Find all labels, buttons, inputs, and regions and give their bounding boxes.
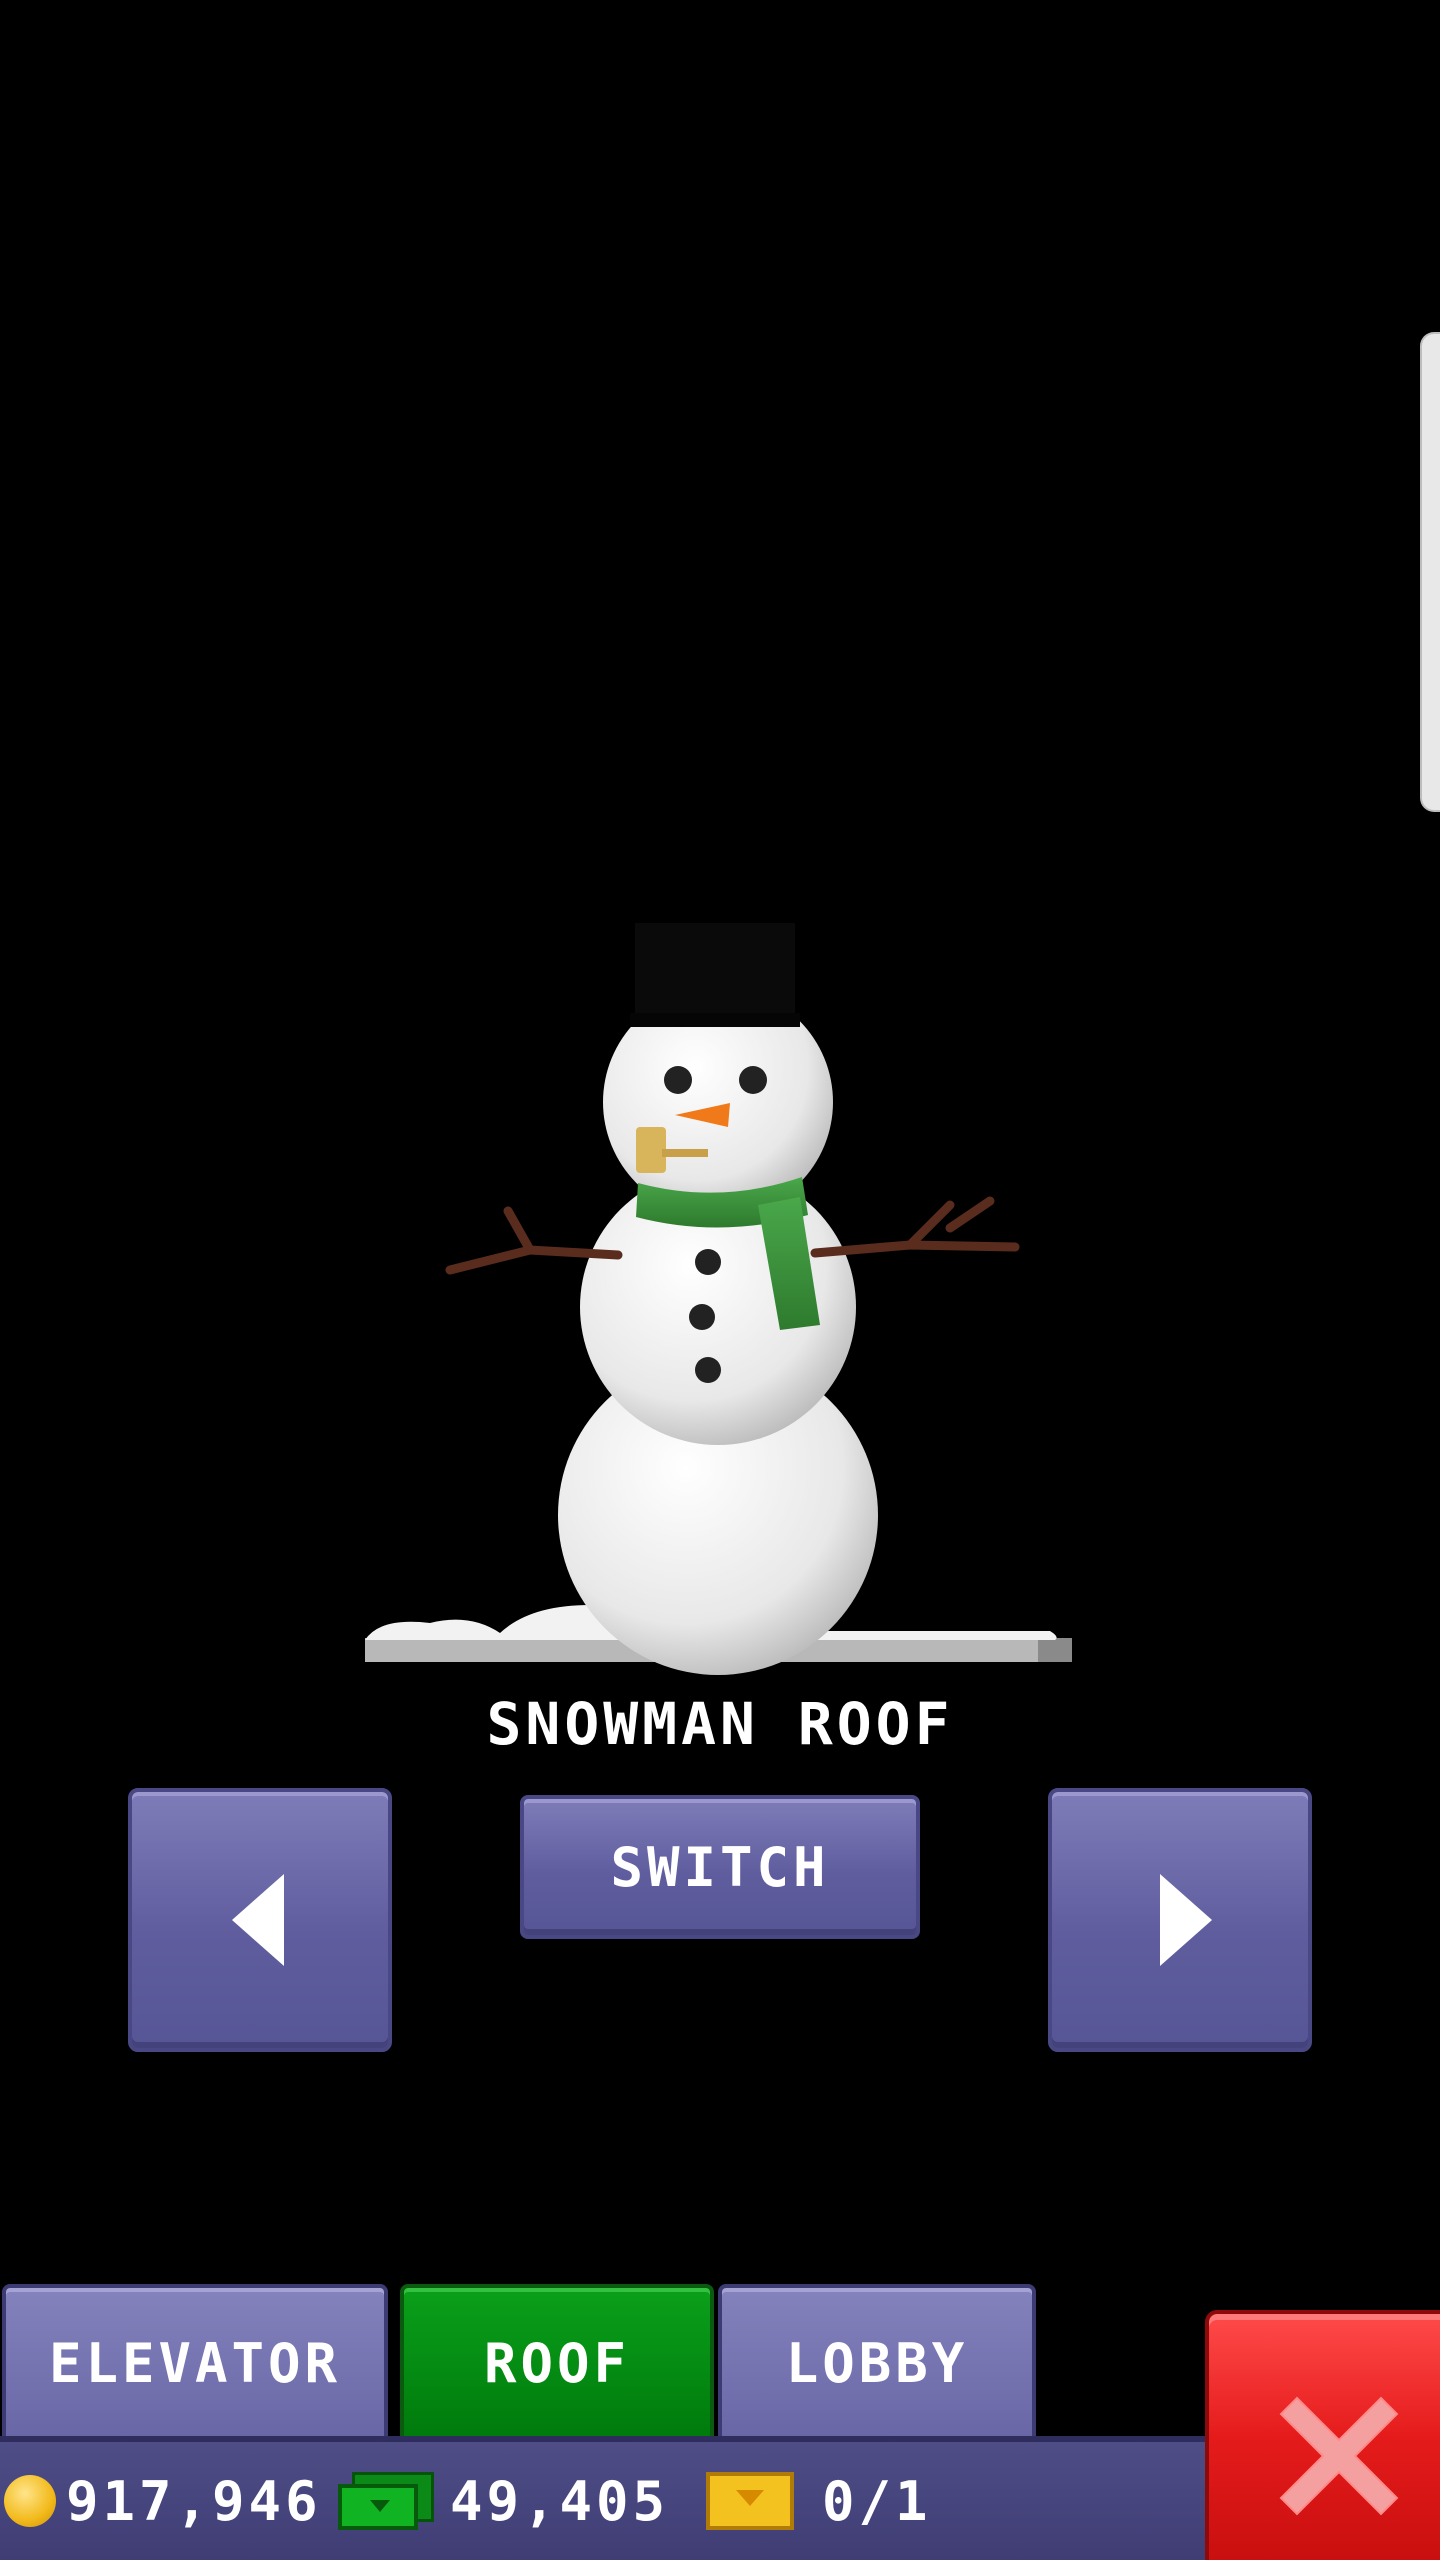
arrow-right-icon	[1160, 1874, 1212, 1966]
bux-stat: 49,405	[338, 2442, 669, 2560]
coin-icon	[4, 2475, 56, 2527]
close-icon	[1279, 2396, 1399, 2516]
next-button[interactable]	[1048, 1788, 1312, 2052]
close-button[interactable]	[1205, 2310, 1440, 2560]
stick-arm-right	[810, 1196, 1020, 1258]
tab-elevator[interactable]: ELEVATOR	[2, 2284, 388, 2438]
coins-value: 917,946	[66, 2469, 322, 2533]
coal-button	[689, 1304, 715, 1330]
tickets-stat: 0/1	[706, 2442, 932, 2560]
bux-value: 49,405	[450, 2469, 670, 2533]
coal-button	[695, 1249, 721, 1275]
tickets-value: 0/1	[822, 2469, 932, 2533]
top-hat	[635, 923, 795, 1023]
corn-cob-pipe	[636, 1127, 666, 1173]
item-name: SNOWMAN ROOF	[486, 1690, 954, 1758]
golden-ticket-icon	[706, 2472, 794, 2530]
tab-roof[interactable]: ROOF	[400, 2284, 714, 2438]
coal-button	[695, 1357, 721, 1383]
arrow-left-icon	[232, 1874, 284, 1966]
snowman-roof-preview	[365, 923, 1072, 1675]
tab-lobby[interactable]: LOBBY	[718, 2284, 1036, 2438]
coins-stat: 917,946	[4, 2442, 322, 2560]
snowman-eye-right	[739, 1066, 767, 1094]
switch-button[interactable]: SWITCH	[520, 1795, 920, 1939]
currency-status-bar: 917,946 49,405 0/1	[0, 2436, 1210, 2560]
tower-bux-icon	[338, 2472, 434, 2530]
snowman-eye-left	[664, 1066, 692, 1094]
previous-button[interactable]	[128, 1788, 392, 2052]
edge-panel-handle[interactable]	[1420, 332, 1440, 812]
